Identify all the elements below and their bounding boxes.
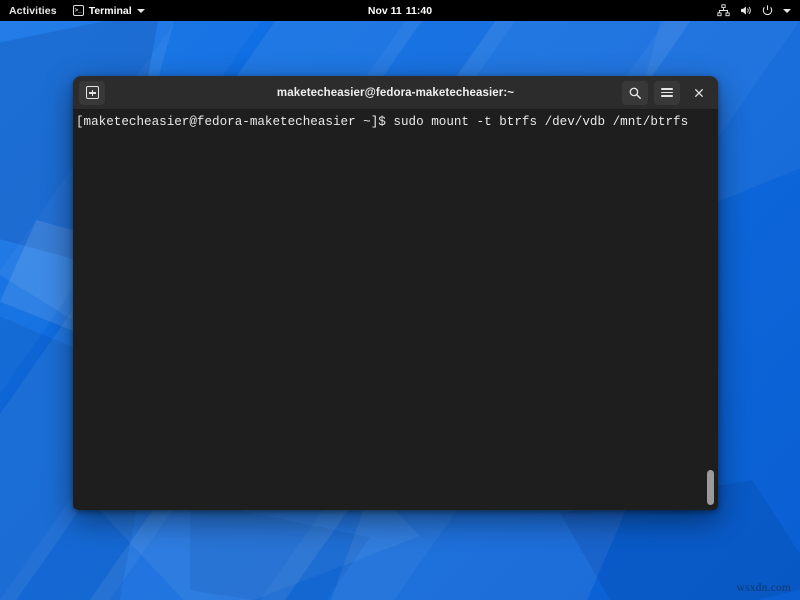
close-icon [693,87,705,99]
clock-date: Nov 11 [368,5,402,17]
network-icon[interactable] [717,4,730,17]
app-menu-terminal[interactable]: >_ Terminal [67,5,151,17]
new-tab-icon [86,86,99,99]
desktop: Activities >_ Terminal Nov 11 11:40 [0,0,800,600]
terminal-icon: >_ [73,5,84,16]
wallpaper-polygon [190,500,370,600]
clock-time: 11:40 [406,5,432,17]
new-tab-button[interactable] [79,81,105,105]
scrollbar-thumb[interactable] [707,470,714,505]
search-button[interactable] [622,81,648,105]
terminal-window[interactable]: maketecheasier@fedora-maketecheasier:~ [73,76,718,510]
menu-button[interactable] [654,81,680,105]
close-button[interactable] [686,81,712,105]
titlebar-actions [622,81,712,105]
chevron-down-icon[interactable] [783,9,791,13]
terminal-command-line: [maketecheasier@fedora-maketecheasier ~]… [76,114,718,130]
gnome-top-bar: Activities >_ Terminal Nov 11 11:40 [0,0,800,21]
watermark: wsxdn.com [736,582,791,594]
power-icon[interactable] [761,4,774,17]
window-titlebar[interactable]: maketecheasier@fedora-maketecheasier:~ [73,76,718,110]
volume-icon[interactable] [739,4,752,17]
hamburger-menu-icon [661,88,673,97]
app-menu-label: Terminal [89,5,132,17]
search-icon [628,86,642,100]
terminal-output-area[interactable]: [maketecheasier@fedora-maketecheasier ~]… [73,110,718,510]
activities-button[interactable]: Activities [0,5,67,17]
chevron-down-icon [137,9,145,13]
terminal-scrollbar[interactable] [704,110,715,510]
system-tray [717,4,800,17]
